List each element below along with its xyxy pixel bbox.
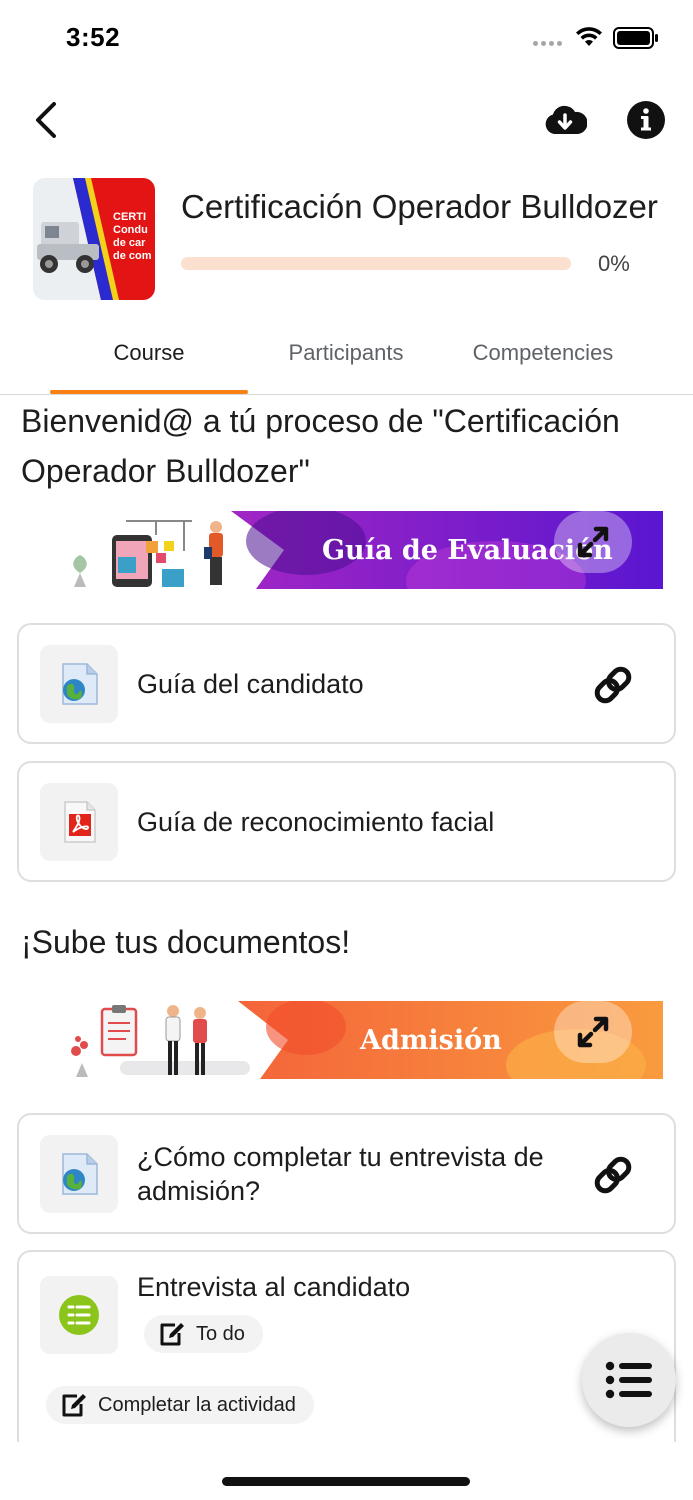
wifi-icon [576,27,602,46]
thumb-text-1: CERTI [113,211,146,223]
course-title: Certificación Operador Bulldozer [181,188,658,225]
activity-card-admission-interview-guide[interactable]: ¿Cómo completar tu entrevista de admisió… [17,1113,676,1234]
battery-icon [613,27,658,49]
tab-participants[interactable]: Participants [247,320,445,395]
section-title-welcome: Bienvenid@ a tú proceso de "Certificació… [21,403,620,489]
link-icon [590,1152,636,1198]
thumb-text-2: Condu [113,224,148,236]
feedback-icon [40,1276,118,1354]
completion-requirement-label: Completar la actividad [98,1393,296,1416]
active-tab-indicator [50,390,248,394]
status-badge-todo: To do [144,1315,263,1353]
activity-card-candidate-guide[interactable]: Guía del candidato [17,623,676,744]
activity-card-facial-recognition[interactable]: Guía de reconocimiento facial [17,761,676,882]
status-bar: 3:52 [0,0,693,80]
course-header: CERTI Condu de car de com Certificación … [0,178,693,302]
course-tabs: Course Participants Competencies [0,320,693,395]
section-title-upload-documents: ¡Sube tus documentos! [21,924,351,960]
list-icon [605,1361,652,1399]
course-progress-label: 0% [598,251,630,276]
course-index-button[interactable] [582,1333,676,1427]
expand-banner-button[interactable] [554,1001,632,1063]
info-icon [627,101,665,139]
thumb-text-3: de car [113,237,146,249]
completion-requirement: Completar la actividad [46,1386,314,1424]
thumb-text-4: de com [113,250,152,262]
signal-icon [533,41,562,46]
expand-icon [577,526,609,558]
activity-label: Guía de reconocimiento facial [137,807,495,837]
edit-icon [160,1323,184,1346]
banner-admission: Admisión [56,999,663,1101]
banner-evaluation: Guía de Evaluación [56,507,663,621]
activity-label: Entrevista al candidato [137,1272,411,1302]
web-document-icon [40,1135,118,1213]
info-button[interactable] [624,98,668,142]
status-badge-label: To do [196,1322,245,1345]
cloud-download-icon [545,105,587,134]
course-progress-bar [181,257,571,270]
expand-banner-button[interactable] [554,511,632,573]
back-button[interactable] [28,98,64,142]
web-document-icon [40,645,118,723]
banner-admission-text: Admisión [360,1025,502,1056]
truck-image: CERTI Condu de car de com [33,178,155,300]
course-thumbnail[interactable]: CERTI Condu de car de com [33,178,155,300]
download-button[interactable] [540,98,590,142]
home-indicator[interactable] [222,1477,470,1486]
bottom-safe-area [0,1442,693,1500]
link-icon [590,662,636,708]
top-nav [0,90,693,150]
edit-icon [62,1394,86,1417]
pdf-icon [40,783,118,861]
tab-course[interactable]: Course [50,320,248,395]
status-time: 3:52 [66,22,121,52]
expand-icon [577,1016,609,1048]
activity-label: ¿Cómo completar tu entrevista de admisió… [137,1142,544,1206]
chevron-left-icon [36,102,56,138]
activity-card-candidate-interview[interactable]: Entrevista al candidato To do Completar … [17,1250,676,1450]
activity-label: Guía del candidato [137,669,364,699]
tab-competencies[interactable]: Competencies [444,320,642,395]
